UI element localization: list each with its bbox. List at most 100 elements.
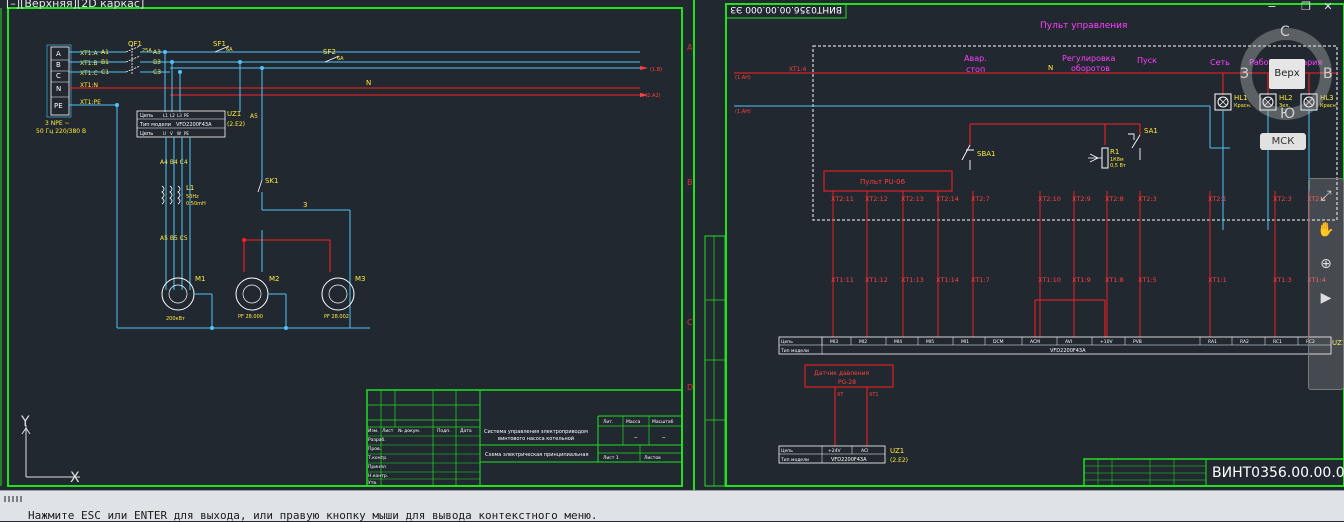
panel-title: Пульт управления (1040, 21, 1127, 31)
tb-header: Подп. (437, 428, 451, 434)
choke-value-2: 0.50mH (186, 201, 206, 207)
motor-m3-spec: PF 28.002 (324, 314, 349, 320)
tb-sheet: Лист 1 (603, 455, 619, 461)
terminal-label: XT1:C (80, 70, 98, 77)
xt1-terminal-label: XT1:9 (1072, 276, 1091, 284)
tb-row: Пров. (368, 446, 381, 452)
r1-value-2: 0,5 Вт (1110, 163, 1126, 169)
table-cell: MI2 (859, 339, 867, 345)
table-cell: ACM (1030, 339, 1040, 345)
xt1-terminal-label: XT1:11 (831, 276, 854, 284)
viewcube-north[interactable]: С (1280, 24, 1290, 40)
vfd-row1: Цепь (140, 113, 153, 119)
motor-m1: M1 200кВт (161, 275, 206, 322)
ucs-x-label: X (70, 470, 80, 486)
table-cell: MI1 (961, 339, 969, 345)
label-oborotov: оборотов (1071, 64, 1110, 73)
phase-label-b: B (56, 61, 61, 69)
left-frame (7, 7, 683, 487)
tb-header: Изм. (368, 428, 379, 434)
motor-m2: M2 PF 28.000 (235, 275, 280, 320)
xt1-terminal-label: XT1:7 (971, 276, 990, 284)
viewcube-face-top[interactable]: Верх (1269, 59, 1305, 89)
showmotion-icon[interactable]: ▶ (1309, 281, 1343, 315)
pan-icon[interactable]: ✋ (1309, 213, 1343, 247)
model-viewport[interactable]: A B C D A B C N PE XT1:A XT1:B XT1:C XT1… (0, 0, 1344, 490)
table-cell: MI5 (926, 339, 934, 345)
viewcube[interactable]: С З В Ю Верх (1236, 24, 1336, 126)
vfd-ref: (2.Е2) (227, 121, 245, 128)
tb-row: Т.контр. (367, 455, 388, 461)
tb-header: № докум. (398, 428, 420, 434)
motor-m2-label: M2 (269, 275, 280, 283)
vfd-label: UZ1 (227, 110, 241, 118)
vfd-row2-val: VFD2200F43A (176, 122, 212, 128)
label-reg: Регулировка (1062, 54, 1116, 63)
qf1-rating: 25A (142, 48, 152, 54)
table2-cell: ACI (861, 448, 868, 454)
qf1-in: A1 (101, 49, 109, 56)
viewcube-south[interactable]: Ю (1280, 106, 1295, 122)
navigation-bar[interactable]: ⤢ ✋ ⊕ ▶ (1308, 178, 1344, 390)
tb-row: Утв. (368, 480, 377, 486)
table-cell: RA2 (1240, 339, 1249, 345)
table-cell: +10V (1100, 339, 1113, 345)
xt2-terminal-label: XT2:3 (1138, 195, 1157, 203)
vfd-term: L2 (170, 113, 175, 118)
command-prompt-text: Нажмите ESC или ENTER для выхода, или пр… (28, 509, 598, 522)
command-line-grip[interactable] (4, 496, 22, 502)
motor-m2-spec: PF 28.000 (238, 314, 263, 320)
border-mark: A (687, 43, 693, 52)
xt2-terminal-label: XT2:11 (831, 195, 854, 203)
xt2-terminal-label: XT2:14 (936, 195, 959, 203)
table2-row1: Цепь (781, 448, 793, 454)
table-model: VFD2200F43A (1050, 348, 1086, 354)
tb-dash: – (662, 433, 666, 441)
tb-subtitle: Схема электрическая принципиальная (485, 452, 588, 458)
sensor-label-2: PG-28 (838, 379, 856, 386)
sensor-xt: XT (837, 392, 844, 398)
vfd-row3: Цепь (140, 131, 153, 137)
tb-col-header: Масса (626, 419, 641, 425)
tb-title: Система управления электроприводом (484, 429, 588, 435)
tb-row: Н.контр. (368, 473, 388, 479)
vfd-out: V (170, 131, 173, 136)
xt1-terminal-label: XT1:12 (865, 276, 888, 284)
ucs-menu[interactable]: МСК (1260, 133, 1306, 150)
xt1-terminal-label: XT1:1 (1208, 276, 1227, 284)
wire-3-label: 3 (303, 201, 307, 209)
mirrored-code: ВИНТ0356.00.00.000 ЭЗ (730, 4, 842, 14)
tb-row: Принял (368, 464, 386, 470)
drawing-code: ВИНТ0356.00.00.000 (1212, 465, 1344, 481)
xt1-row: XT1:11 XT1:12 XT1:13 XT1:14 XT1:7 XT1:10 XT1:9… (831, 276, 1326, 284)
table-cell: MI3 (830, 339, 838, 345)
border-mark: B (687, 178, 693, 187)
choke-label: L1 (186, 184, 194, 192)
sba1-label: SBA1 (977, 150, 996, 158)
motor-m1-label: M1 (195, 275, 206, 283)
sk1-label: SK1 (265, 177, 279, 185)
viewcube-west[interactable]: З (1240, 66, 1249, 82)
vfd-row2: Тип модели (139, 122, 171, 128)
drawing-canvas[interactable]: A B C D A B C N PE XT1:A XT1:B XT1:C XT1… (0, 0, 1344, 490)
close-icon[interactable]: ✕ (1320, 0, 1336, 13)
zoom-icon[interactable]: ⊕ (1309, 247, 1343, 281)
full-navigation-wheel-icon[interactable]: ⤢ (1309, 179, 1343, 213)
side-stamp (704, 235, 726, 487)
vfd-terminal-table: Цепь Тип модели VFD2200F43A MI3 MI2 MI4 MI5… (778, 336, 1332, 355)
minimize-icon[interactable]: − (1264, 0, 1280, 13)
tb-header: Дата (460, 428, 472, 434)
tb-sheets: Листов (644, 455, 661, 461)
viewcube-east[interactable]: В (1323, 66, 1333, 82)
switch-sba1: SBA1 (961, 144, 996, 170)
phase-label-pe: PE (54, 102, 63, 110)
qf1-in: B1 (101, 59, 109, 66)
table-cell: RC1 (1273, 339, 1282, 345)
viewport-label[interactable]: [–][Верхняя][2D каркас] (6, 0, 144, 10)
label-pusk: Пуск (1137, 56, 1157, 65)
xt2-terminal-label: XT2:7 (971, 195, 990, 203)
tb-header: Лист (382, 428, 394, 434)
restore-icon[interactable]: ❐ (1298, 0, 1314, 13)
qf1-label: QF1 (128, 40, 142, 48)
command-line[interactable]: Нажмите ESC или ENTER для выхода, или пр… (0, 490, 1344, 522)
